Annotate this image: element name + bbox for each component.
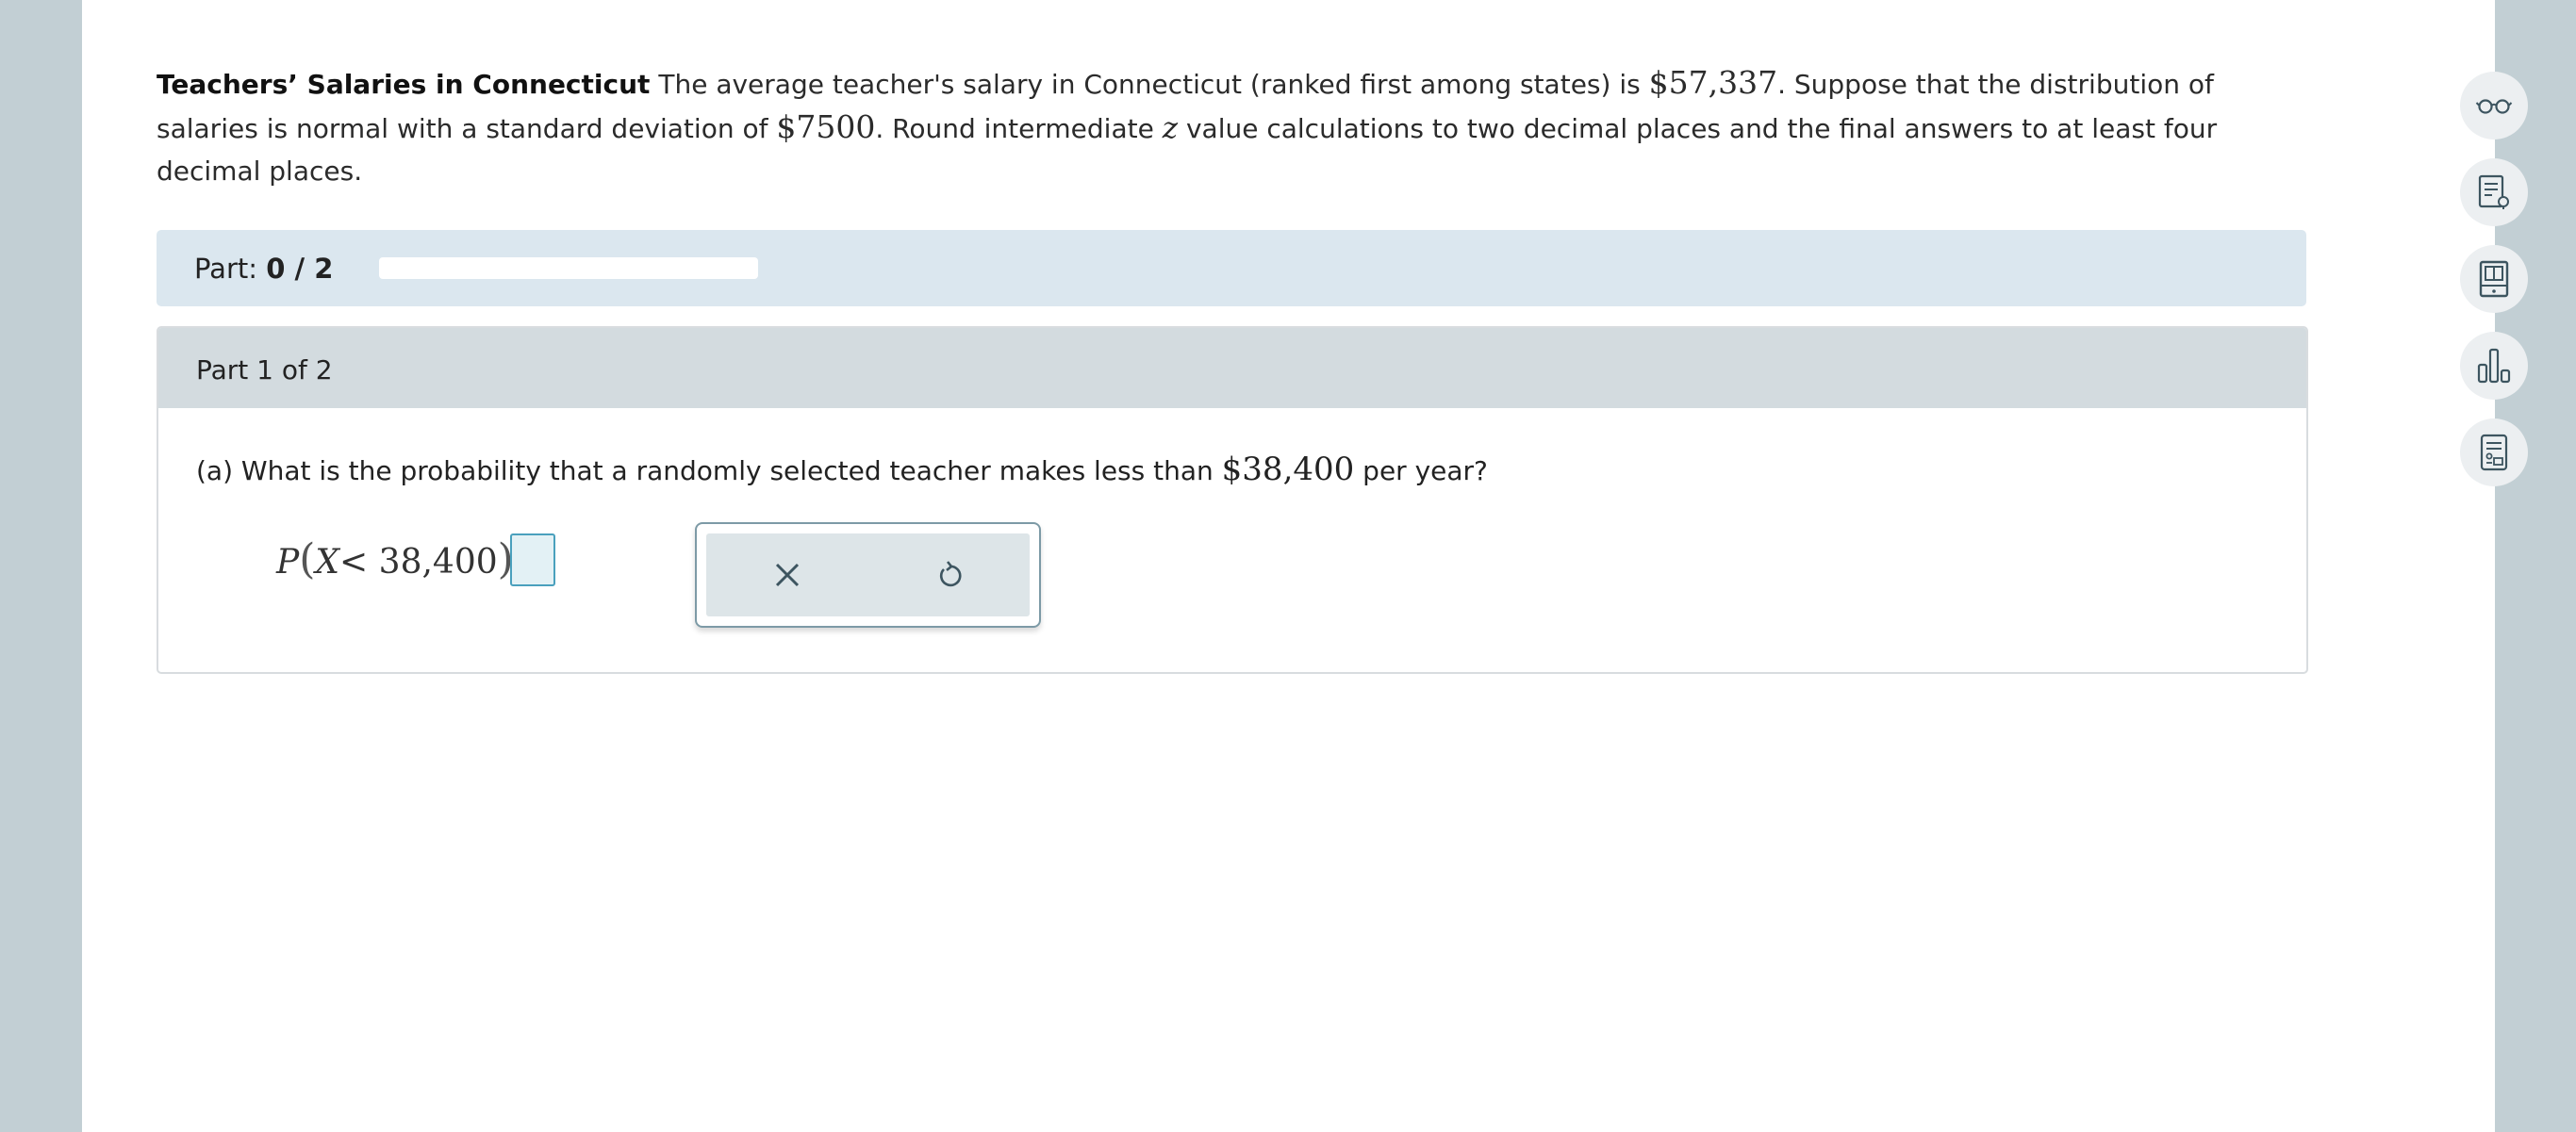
toolbox-inner	[706, 533, 1030, 616]
answer-toolbox	[695, 522, 1041, 628]
part-count: 0 / 2	[266, 253, 334, 285]
glasses-icon	[2475, 99, 2513, 114]
part-header: Part 1 of 2	[158, 328, 2306, 408]
problem-text-3: . Round intermediate	[875, 113, 1163, 144]
part-progress-bar: Part: 0 / 2	[157, 230, 2306, 306]
problem-statement: Teachers’ Salaries in Connecticut The av…	[157, 61, 2316, 192]
question-card: Part 1 of 2 (a) What is the probability …	[157, 326, 2308, 674]
part-progress-label: Part: 0 / 2	[194, 253, 333, 285]
page: Teachers’ Salaries in Connecticut The av…	[82, 0, 2528, 1132]
mean-value: $57,337	[1648, 64, 1778, 101]
textbook-icon	[2479, 260, 2509, 298]
reset-button[interactable]	[868, 533, 1030, 616]
problem-title: Teachers’ Salaries in Connecticut	[157, 69, 651, 100]
calculator-button[interactable]	[2460, 418, 2528, 486]
expr-less-than: <	[339, 543, 369, 582]
expr-left-paren: (	[299, 535, 316, 583]
data-chart-button[interactable]	[2460, 332, 2528, 400]
clear-button[interactable]	[706, 533, 867, 616]
question-suffix: per year?	[1354, 455, 1488, 486]
answer-input[interactable]	[510, 533, 555, 586]
expr-p: P	[276, 543, 300, 582]
close-icon	[775, 563, 799, 587]
explanation-button[interactable]	[2460, 158, 2528, 226]
calculator-icon	[2480, 434, 2508, 471]
question-value: $38,400	[1221, 451, 1355, 488]
question-prefix: (a) What is the probability that a rando…	[196, 455, 1222, 486]
question-text: (a) What is the probability that a rando…	[196, 451, 1488, 488]
explanation-icon	[2478, 174, 2509, 209]
progress-track	[379, 257, 758, 279]
expr-x: X	[315, 543, 340, 582]
textbook-button[interactable]	[2460, 245, 2528, 313]
data-chart-icon	[2477, 348, 2511, 384]
sd-value: $7500	[776, 108, 876, 145]
problem-text-1: The average teacher's salary in Connecti…	[650, 69, 1649, 100]
undo-icon	[939, 561, 961, 587]
part-label: Part:	[194, 253, 258, 285]
expr-value: 38,400	[378, 543, 498, 582]
part-header-label: Part 1 of 2	[196, 354, 333, 386]
z-variable: z	[1162, 111, 1179, 145]
glasses-button[interactable]	[2460, 72, 2528, 139]
probability-expression: P(X< 38,400)=	[276, 535, 542, 583]
